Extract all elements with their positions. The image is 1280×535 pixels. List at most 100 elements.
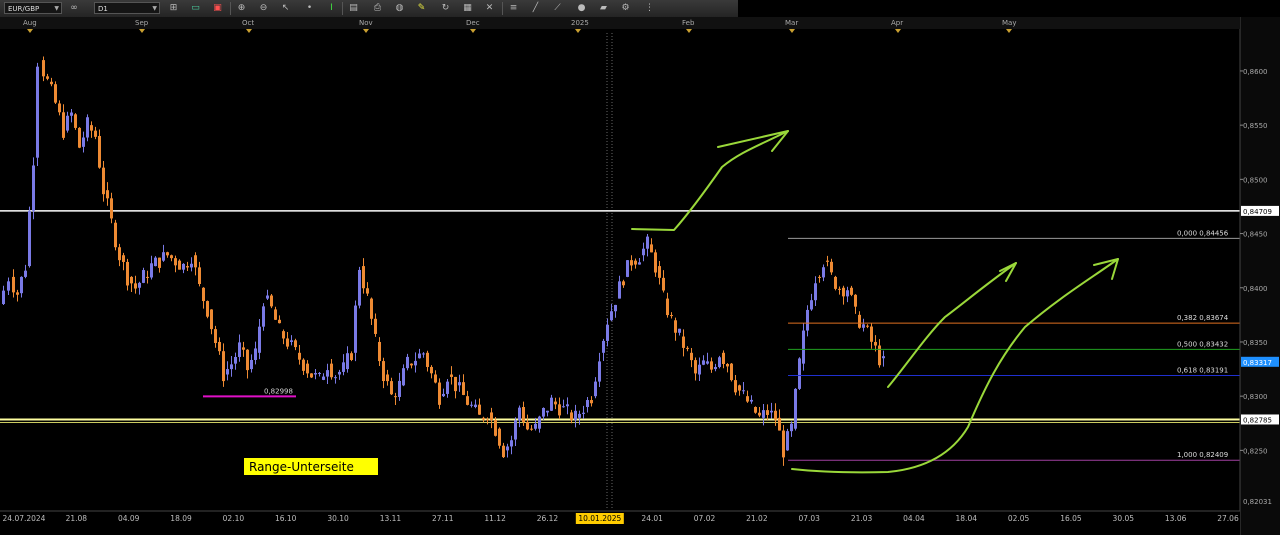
candle-body (94, 130, 97, 137)
candle-body (546, 410, 549, 413)
date-tick-label: 04.09 (118, 514, 140, 523)
dot-icon[interactable]: • (304, 3, 315, 14)
crosshair-icon[interactable]: ▭ (190, 3, 201, 14)
candle-body (32, 165, 35, 211)
fib-level-label: 1,000 0,82409 (1177, 451, 1228, 459)
candle-body (798, 358, 801, 389)
candle-body (738, 385, 741, 391)
cursor-icon[interactable]: ↖ (280, 3, 291, 14)
candle-body (82, 137, 85, 147)
candle-body (466, 396, 469, 405)
candle-body (214, 329, 217, 344)
fib-level-label: 0,000 0,84456 (1177, 229, 1229, 237)
candle-body (506, 446, 509, 451)
candle-body (818, 276, 821, 278)
camera-icon[interactable]: ▦ (462, 3, 473, 14)
print-icon[interactable]: ⎙ (372, 3, 383, 14)
globe-icon[interactable]: ◍ (394, 3, 405, 14)
month-strip (0, 17, 1240, 29)
candle-body (790, 423, 793, 432)
candle-body (422, 353, 425, 355)
candle-body (282, 331, 285, 339)
candle-body (826, 260, 829, 262)
candle-body (806, 309, 809, 331)
sphere-icon[interactable]: ● (576, 3, 587, 14)
timeframe-select[interactable]: D1 ▼ (94, 2, 160, 14)
price-tick-label: 0,8550 (1243, 122, 1268, 130)
candle-body (514, 420, 517, 440)
candle-body (734, 380, 737, 393)
price-tick-label: 0,8350 (1243, 339, 1268, 347)
candle-body (566, 404, 569, 407)
pencil-icon[interactable]: ✎ (416, 3, 427, 14)
zoom-out-icon[interactable]: ⊖ (258, 3, 269, 14)
candle-body (598, 361, 601, 382)
candle-body (878, 345, 881, 366)
date-tick-label: 16.05 (1060, 514, 1082, 523)
chevron-down-icon: ▼ (152, 5, 157, 12)
candle-body (702, 360, 705, 365)
fib-level-label: 0,382 0,83674 (1177, 314, 1229, 322)
candle-body (122, 255, 125, 262)
candle-body (298, 352, 301, 360)
candle-body (334, 377, 337, 379)
candle-body (574, 410, 577, 420)
level-price-label: 0,84709 (1243, 208, 1272, 216)
symbol-select[interactable]: EUR/GBP ▼ (4, 2, 62, 14)
color-icon[interactable]: ▣ (212, 3, 223, 14)
candle-body (106, 190, 109, 199)
candle-body (814, 283, 817, 301)
candle-body (194, 255, 197, 268)
more-icon[interactable]: ⋮ (644, 3, 655, 14)
candle-body (158, 257, 161, 268)
price-chart[interactable]: 0,000 0,84456 0,382 0,83674 0,500 0,83432 0… (0, 17, 1280, 535)
candle-body (310, 373, 313, 378)
candle-body (238, 342, 241, 357)
template-icon[interactable]: ▤ (348, 3, 359, 14)
candle-body (590, 400, 593, 404)
candle-body (834, 276, 837, 289)
eraser-icon[interactable]: ▰ (598, 3, 609, 14)
candle-body (414, 360, 417, 366)
candle-body (342, 362, 345, 372)
candle-body (562, 406, 565, 408)
trend-tool-icon[interactable]: ⟋ (552, 3, 563, 14)
cursor-text-icon[interactable]: I (326, 3, 337, 14)
zoom-in-icon[interactable]: ⊕ (236, 3, 247, 14)
price-axis: 0,8600 0,8550 0,8500 0,8450 0,8400 0,8350 0,83… (1239, 17, 1280, 535)
candle-body (28, 210, 31, 267)
cross-tool-icon[interactable]: ✕ (484, 3, 495, 14)
candle-body (474, 404, 477, 408)
date-tick-label: 21.02 (746, 514, 768, 523)
candle-body (174, 258, 177, 266)
candle-body (850, 287, 853, 295)
candle-body (90, 125, 93, 131)
chart-type-icon[interactable]: ⊞ (168, 3, 179, 14)
candle-body (794, 388, 797, 429)
date-tick-label: 21.08 (66, 514, 88, 523)
month-label: Apr (891, 19, 903, 27)
candle-body (626, 260, 629, 277)
candle-body (2, 290, 5, 305)
candle-body (758, 412, 761, 416)
candle-body (378, 341, 381, 362)
candle-body (118, 247, 121, 261)
candle-body (406, 356, 409, 369)
month-label: 2025 (571, 19, 589, 27)
infinity-icon[interactable]: ∞ (66, 3, 82, 14)
candle-body (42, 60, 45, 77)
candle-body (774, 410, 777, 420)
candle-body (810, 300, 813, 310)
candle-body (170, 255, 173, 259)
candle-body (494, 419, 497, 436)
candle-body (338, 371, 341, 375)
refresh-icon[interactable]: ↻ (440, 3, 451, 14)
candle-body (306, 363, 309, 374)
candle-body (7, 281, 10, 291)
candle-body (110, 198, 113, 219)
gear-icon[interactable]: ⚙ (620, 3, 631, 14)
date-tick-label: 07.03 (798, 514, 820, 523)
candle-body (786, 431, 789, 451)
fib-tool-icon[interactable]: ╱ (530, 3, 541, 14)
channel-icon[interactable]: ≡ (508, 3, 519, 14)
